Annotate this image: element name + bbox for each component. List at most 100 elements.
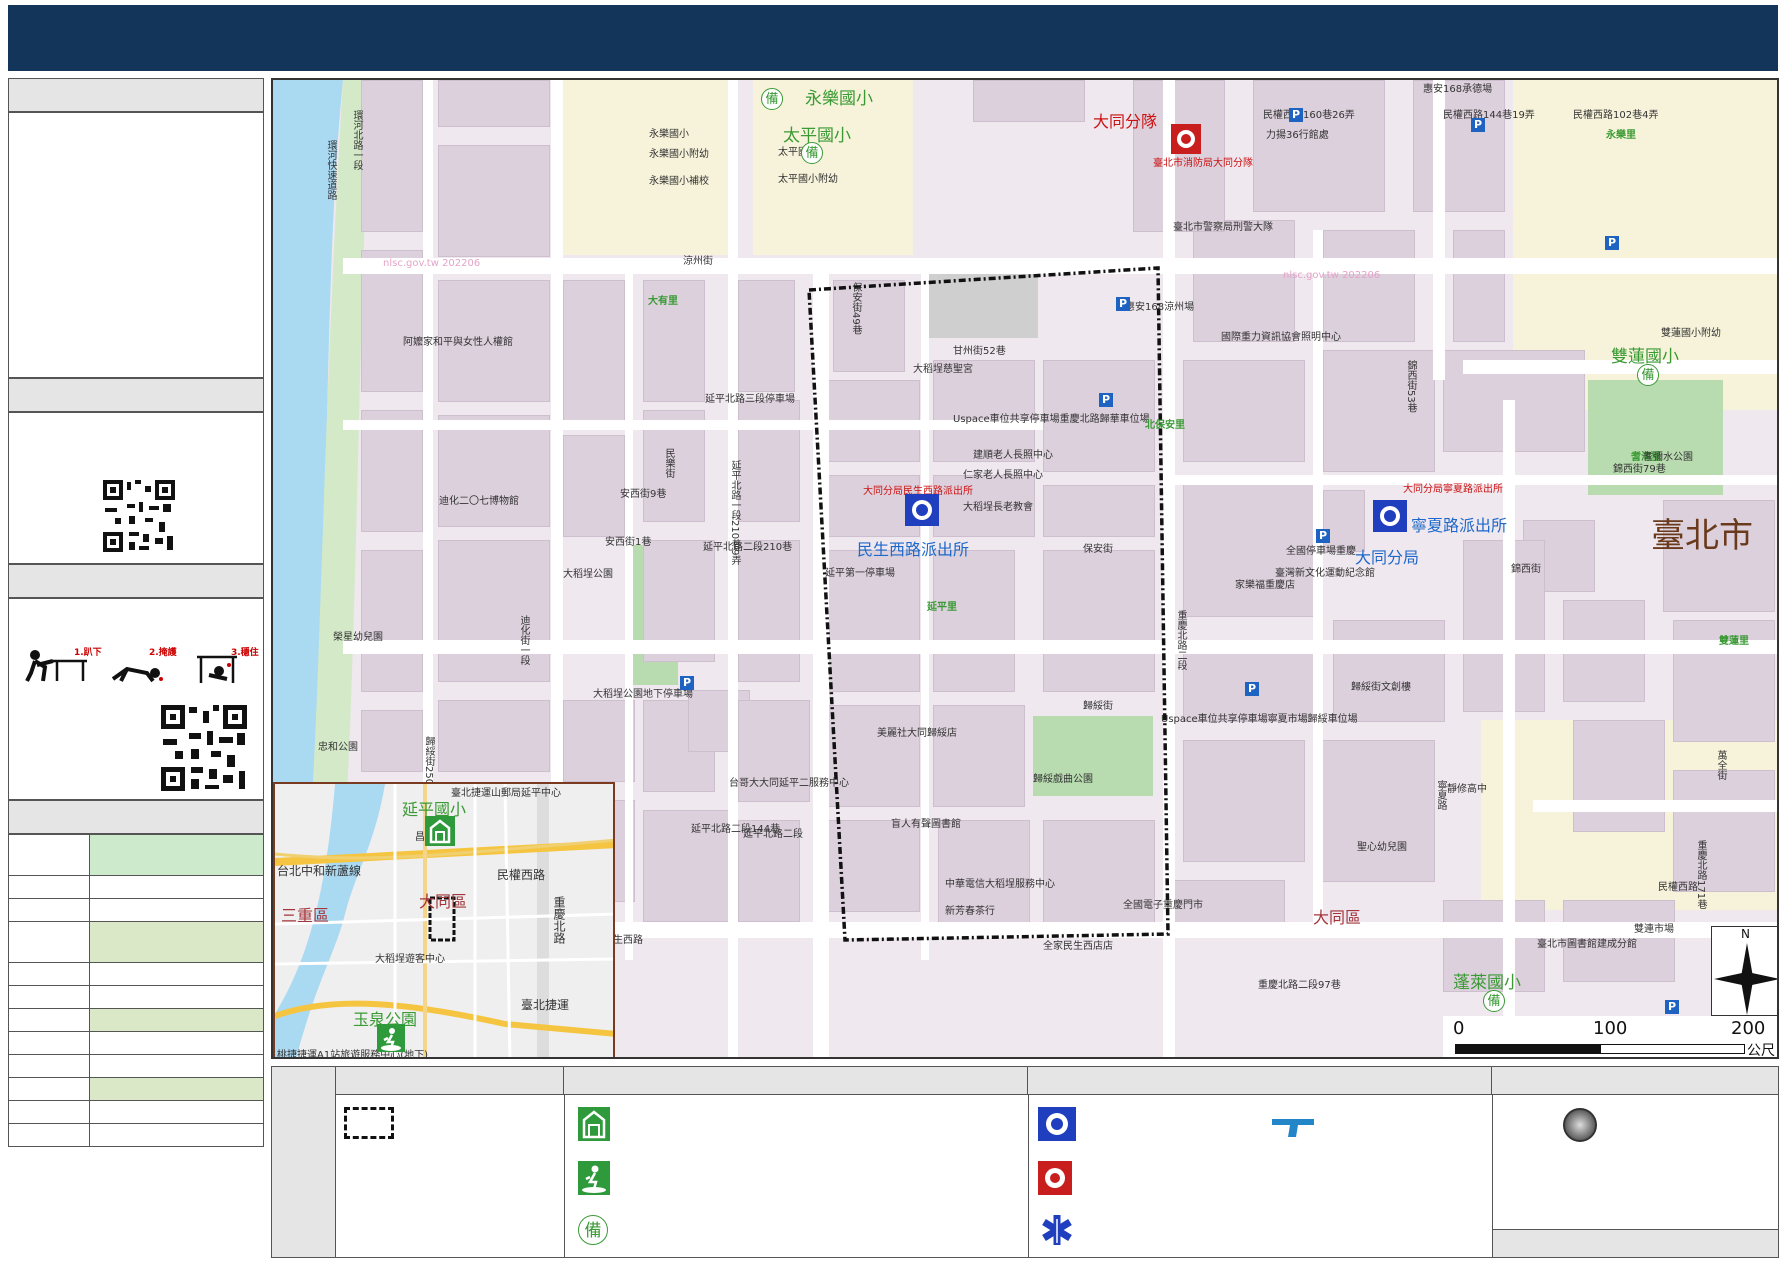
- info-row: [8, 898, 265, 922]
- parking-icon[interactable]: P: [1471, 118, 1485, 132]
- poi-label[interactable]: 大稻埕長老教會: [963, 498, 1033, 513]
- poi-label[interactable]: 建順老人長照中心: [973, 446, 1053, 461]
- poi-label[interactable]: 美麗社大同歸綏店: [877, 724, 957, 739]
- street-label: 環河快速道路: [325, 140, 336, 200]
- poi-label[interactable]: 太平國小附幼: [778, 170, 838, 185]
- info-value-cell: [88, 985, 265, 1009]
- parking-icon[interactable]: P: [1605, 236, 1619, 250]
- poi-label[interactable]: 臺北市圖書館建成分館: [1537, 935, 1637, 950]
- inset-map[interactable]: 延平國小 玉泉公園 三重區 大同區 民權西路 重慶北路 台北中和新蘆線 大稻埕遊…: [273, 782, 615, 1057]
- poi-label[interactable]: 永樂里: [1606, 126, 1636, 141]
- qr-code-icon[interactable]: [101, 478, 177, 554]
- standby-school-icon[interactable]: 備: [801, 142, 823, 164]
- police-badge-icon[interactable]: [1373, 500, 1407, 532]
- street-label: 民權西路102巷4弄: [1573, 110, 1659, 121]
- watermark: nlsc.gov.tw 202206: [1283, 270, 1381, 281]
- standby-school-icon: 備: [578, 1215, 608, 1245]
- poi-label[interactable]: 惠安168承德場: [1423, 80, 1492, 95]
- poi-label[interactable]: 雙蓮里: [1719, 632, 1749, 647]
- poi-label[interactable]: 延平北路三段停車場: [705, 390, 795, 405]
- poi-label[interactable]: 全國電子重慶門市: [1123, 896, 1203, 911]
- poi-label[interactable]: 全家民生西店店: [1043, 937, 1113, 952]
- poi-label[interactable]: 阿嬤家和平與女性人權館: [403, 333, 513, 348]
- poi-label[interactable]: 台哥大大同延平二服務中心: [729, 774, 849, 789]
- fire-badge-icon[interactable]: [1171, 124, 1201, 154]
- inset-label: 重慶北路: [552, 896, 566, 944]
- street-label: 迪化街一段: [518, 615, 529, 665]
- poi-label[interactable]: 延平第一停車場: [825, 564, 895, 579]
- poi-label[interactable]: 歸綏街文創樓: [1351, 678, 1411, 693]
- poi-label[interactable]: 雙蓮國小附幼: [1661, 324, 1721, 339]
- poi-label[interactable]: Uspace車位共享停車場寧夏市場歸綏車位場: [1161, 710, 1358, 725]
- poi-label[interactable]: 歸綏戲曲公園: [1033, 770, 1093, 785]
- poi-label[interactable]: 迪化二〇七博物館: [439, 492, 519, 507]
- district-label: 大同區: [1313, 908, 1362, 927]
- street-label: 重慶北路171巷: [1695, 840, 1706, 910]
- street-label: 延平北路二段: [743, 829, 803, 840]
- poi-label[interactable]: 延平里: [927, 598, 957, 613]
- info-label-cell: [8, 898, 90, 922]
- poi-label[interactable]: 中華電信大稻埕服務中心: [945, 875, 1055, 890]
- poi-label[interactable]: 永樂國小: [649, 125, 689, 140]
- scale-tick-100: 100: [1593, 1018, 1628, 1039]
- police-label-ningxia: 寧夏路派出所: [1411, 516, 1508, 535]
- info-value-cell: [88, 921, 265, 963]
- poi-label[interactable]: 全國停車場重慶: [1286, 542, 1356, 557]
- boundary-dashed-icon: [344, 1107, 394, 1139]
- fire-badge-icon: [1038, 1161, 1072, 1195]
- poi-label[interactable]: 榮星幼兒園: [333, 628, 383, 643]
- poi-label[interactable]: 大有里: [648, 292, 678, 307]
- info-value-cell: [88, 1031, 265, 1055]
- poi-label[interactable]: 北保安里: [1145, 416, 1185, 431]
- police-badge-icon[interactable]: [905, 494, 939, 526]
- poi-label[interactable]: 忠和公園: [318, 738, 358, 753]
- inset-label: 臺北捷運: [521, 998, 570, 1012]
- info-table: [8, 834, 265, 1147]
- parking-icon[interactable]: P: [1316, 529, 1330, 543]
- parking-icon[interactable]: P: [1099, 393, 1113, 407]
- poi-label[interactable]: 永樂國小附幼: [649, 145, 709, 160]
- poi-label[interactable]: 盲人有聲圖書館: [891, 815, 961, 830]
- info-row: [8, 985, 265, 1009]
- info-value-cell: [88, 1054, 265, 1078]
- poi-label[interactable]: 大稻埕慈聖宮: [913, 360, 973, 375]
- qr-code-icon[interactable]: [159, 703, 249, 793]
- standby-school-icon[interactable]: 備: [761, 88, 783, 110]
- section-header-2: [8, 378, 264, 412]
- street-label: 保安街: [1083, 544, 1113, 555]
- park-refuge-icon[interactable]: [377, 1024, 405, 1052]
- poi-label[interactable]: 耆彌水公園: [1643, 448, 1693, 463]
- poi-label[interactable]: 靜修高中: [1447, 780, 1487, 795]
- poi-label[interactable]: 雙連市場: [1634, 920, 1674, 935]
- street-label: 重慶北路二段: [1175, 610, 1186, 670]
- info-row: [8, 1031, 265, 1055]
- scale-segment: [1600, 1044, 1745, 1054]
- poi-label[interactable]: 惠安168涼州場: [1125, 298, 1194, 313]
- legend-row-title: [272, 1067, 336, 1257]
- poi-label[interactable]: 仁家老人長照中心: [963, 466, 1043, 481]
- poi-label[interactable]: 臺灣新文化運動紀念館: [1275, 564, 1375, 579]
- standby-school-icon[interactable]: 備: [1483, 990, 1505, 1012]
- main-map[interactable]: 永樂國小 太平國小 雙蓮國小 蓬萊國小 大同分隊 臺北市消防局大同分隊 民生西路…: [271, 78, 1779, 1059]
- poi-label[interactable]: 永樂國小補校: [649, 172, 709, 187]
- parking-icon[interactable]: P: [1116, 297, 1130, 311]
- standby-school-icon[interactable]: 備: [1637, 364, 1659, 386]
- police-sublabel-ningxia: 大同分局寧夏路派出所: [1403, 484, 1503, 495]
- poi-label[interactable]: 聖心幼兒園: [1357, 838, 1407, 853]
- poi-label[interactable]: 臺北市警察局刑警大隊: [1173, 218, 1273, 233]
- street-label: 民權西路: [1658, 882, 1698, 893]
- poi-label[interactable]: 國際重力資訊協會照明中心: [1221, 328, 1341, 343]
- poi-label[interactable]: 大稻埕公園: [563, 565, 613, 580]
- poi-label[interactable]: 新芳春茶行: [945, 902, 995, 917]
- parking-icon[interactable]: P: [680, 676, 694, 690]
- info-value-cell: [88, 1077, 265, 1101]
- info-value-cell: [88, 834, 265, 876]
- poi-label[interactable]: Uspace車位共享停車場重慶北路歸華車位場: [953, 410, 1150, 425]
- street-label: 延平北路一段210巷9弄: [729, 460, 740, 566]
- parking-icon[interactable]: P: [1665, 1000, 1679, 1014]
- poi-label[interactable]: 力揚36行館處: [1266, 126, 1329, 141]
- poi-label[interactable]: 大稻埕公園地下停車場: [593, 685, 693, 700]
- parking-icon[interactable]: P: [1289, 108, 1303, 122]
- shelter-icon[interactable]: [425, 816, 455, 846]
- parking-icon[interactable]: P: [1245, 682, 1259, 696]
